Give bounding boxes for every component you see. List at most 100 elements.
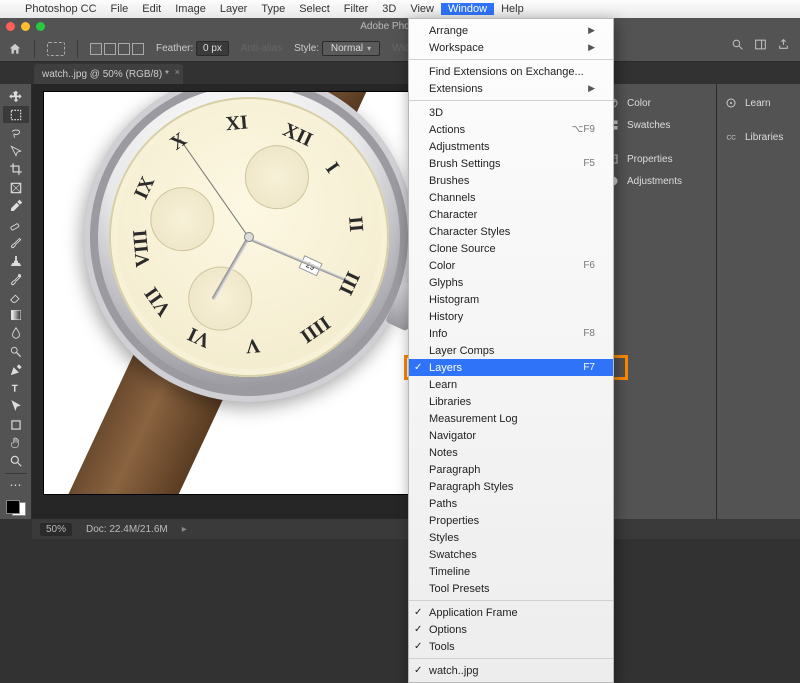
menu-item-adjustments[interactable]: Adjustments [409,138,613,155]
zoom-tool[interactable] [3,452,29,469]
close-icon[interactable] [6,22,15,31]
menu-item-history[interactable]: History [409,308,613,325]
menu-item-properties[interactable]: Properties [409,512,613,529]
menu-item-paths[interactable]: Paths [409,495,613,512]
path-select-tool[interactable] [3,398,29,415]
edit-toolbar-icon[interactable]: ⋯ [3,476,29,493]
maximize-icon[interactable] [36,22,45,31]
menu-item-workspace[interactable]: Workspace▶ [409,39,613,56]
workspace-switcher-icon[interactable] [754,38,767,54]
menu-item-clone-source[interactable]: Clone Source [409,240,613,257]
options-bar: Feather: 0 px Anti-alias Style: Normal W… [0,36,800,62]
menu-type[interactable]: Type [254,3,292,15]
menu-image[interactable]: Image [168,3,213,15]
document-tab[interactable]: watch..jpg @ 50% (RGB/8) * × [34,64,183,84]
menu-item-libraries[interactable]: Libraries [409,393,613,410]
menu-item-arrange[interactable]: Arrange▶ [409,22,613,39]
menu-file[interactable]: File [104,3,136,15]
minimize-icon[interactable] [21,22,30,31]
feather-input[interactable]: 0 px [196,41,229,56]
menu-item-info[interactable]: InfoF8 [409,325,613,342]
move-tool[interactable] [3,88,29,105]
menu-item-find-extensions-on-exchange-[interactable]: Find Extensions on Exchange... [409,63,613,80]
menu-3d[interactable]: 3D [375,3,403,15]
zoom-level[interactable]: 50% [40,523,72,536]
panel-properties[interactable]: Properties [599,148,716,170]
menu-item-actions[interactable]: Actions⌥F9 [409,121,613,138]
menu-layer[interactable]: Layer [213,3,255,15]
marquee-tool[interactable] [3,106,29,123]
hand-tool[interactable] [3,434,29,451]
blur-tool[interactable] [3,325,29,342]
menu-item-brushes[interactable]: Brushes [409,172,613,189]
doc-size-label: Doc: [86,524,107,535]
dodge-tool[interactable] [3,343,29,360]
panel-adjustments[interactable]: Adjustments [599,170,716,192]
window-menu-dropdown[interactable]: Arrange▶Workspace▶ Find Extensions on Exc… [408,18,614,683]
crop-tool[interactable] [3,161,29,178]
menu-item-watch-jpg[interactable]: ✓watch..jpg [409,662,613,679]
panel-color[interactable]: Color [599,92,716,114]
quick-select-tool[interactable] [3,143,29,160]
menu-item-application-frame[interactable]: ✓Application Frame [409,604,613,621]
healing-brush-tool[interactable] [3,216,29,233]
menu-item-extensions[interactable]: Extensions▶ [409,80,613,97]
style-select[interactable]: Normal [322,41,380,56]
menu-item-character-styles[interactable]: Character Styles [409,223,613,240]
menu-item-navigator[interactable]: Navigator [409,427,613,444]
menu-item-histogram[interactable]: Histogram [409,291,613,308]
menu-item-color[interactable]: ColorF6 [409,257,613,274]
eraser-tool[interactable] [3,288,29,305]
menu-item-paragraph-styles[interactable]: Paragraph Styles [409,478,613,495]
marquee-mode-icon[interactable] [90,43,144,55]
menu-item-measurement-log[interactable]: Measurement Log [409,410,613,427]
menu-photoshop-cc[interactable]: Photoshop CC [18,3,104,15]
close-tab-icon[interactable]: × [175,67,180,77]
menu-help[interactable]: Help [494,3,531,15]
menu-item-styles[interactable]: Styles [409,529,613,546]
menu-item-glyphs[interactable]: Glyphs [409,274,613,291]
menu-item-swatches[interactable]: Swatches [409,546,613,563]
menu-item-tool-presets[interactable]: Tool Presets [409,580,613,597]
frame-tool[interactable] [3,179,29,196]
menu-item-character[interactable]: Character [409,206,613,223]
clone-stamp-tool[interactable] [3,252,29,269]
menu-item-layer-comps[interactable]: Layer Comps [409,342,613,359]
menu-item-brush-settings[interactable]: Brush SettingsF5 [409,155,613,172]
menu-item-tools[interactable]: ✓Tools [409,638,613,655]
history-brush-tool[interactable] [3,270,29,287]
menu-item-3d[interactable]: 3D [409,104,613,121]
panel-libraries[interactable]: CCLibraries [717,126,800,148]
tool-preset-icon[interactable] [47,42,65,56]
menu-item-timeline[interactable]: Timeline [409,563,613,580]
color-swatches[interactable] [3,497,29,519]
type-tool[interactable]: T [3,380,29,397]
brush-tool[interactable] [3,234,29,251]
shape-tool[interactable] [3,416,29,433]
panel-swatches[interactable]: Swatches [599,114,716,136]
menu-item-layers[interactable]: ✓LayersF7 [409,359,613,376]
menu-item-learn[interactable]: Learn [409,376,613,393]
window-controls[interactable] [6,22,45,31]
status-menu-icon[interactable]: ▸ [182,524,187,535]
menu-view[interactable]: View [403,3,441,15]
menu-item-paragraph[interactable]: Paragraph [409,461,613,478]
gradient-tool[interactable] [3,307,29,324]
lasso-tool[interactable] [3,124,29,141]
menu-edit[interactable]: Edit [135,3,168,15]
eyedropper-tool[interactable] [3,197,29,214]
menu-select[interactable]: Select [292,3,337,15]
menu-filter[interactable]: Filter [337,3,375,15]
share-icon[interactable] [777,38,790,54]
menu-item-channels[interactable]: Channels [409,189,613,206]
mac-menubar[interactable]: Photoshop CCFileEditImageLayerTypeSelect… [0,0,800,18]
menu-item-notes[interactable]: Notes [409,444,613,461]
doc-size-value: 22.4M/21.6M [109,524,167,535]
foreground-color-swatch[interactable] [6,500,20,514]
home-icon[interactable] [8,42,22,56]
search-icon[interactable] [731,38,744,54]
menu-window[interactable]: Window [441,3,494,15]
pen-tool[interactable] [3,361,29,378]
panel-learn[interactable]: Learn [717,92,800,114]
menu-item-options[interactable]: ✓Options [409,621,613,638]
